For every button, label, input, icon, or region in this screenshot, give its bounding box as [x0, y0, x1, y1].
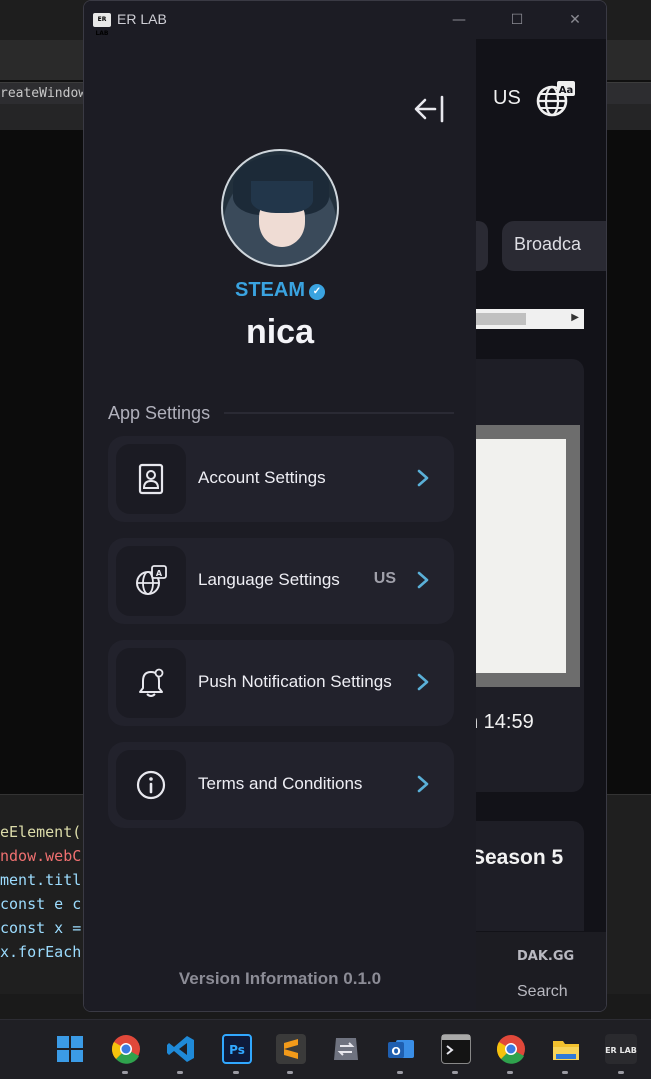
chevron-right-icon	[417, 571, 429, 589]
menu-item-language-settings[interactable]: A Language Settings US	[108, 538, 454, 624]
app-window: ER LAB ER LAB — ☐ ✕ US Aa Broadca ▶ n 14…	[83, 0, 607, 1012]
platform-name: STEAM	[235, 279, 305, 301]
chevron-right-icon	[417, 469, 429, 487]
vscode-icon[interactable]	[166, 1034, 196, 1064]
folder-logo	[553, 1041, 579, 1060]
taskbar-running-indicator	[287, 1071, 293, 1074]
globe-language-icon: A	[136, 565, 167, 595]
transfer-icon[interactable]	[331, 1034, 361, 1064]
avatar[interactable]	[221, 149, 339, 267]
svg-text:A: A	[156, 569, 163, 578]
horizontal-scrollbar[interactable]: ▶	[476, 309, 584, 329]
nav-search-tab[interactable]: Search	[517, 983, 568, 1001]
code-line: const x =	[0, 919, 82, 937]
window-title: ER LAB	[117, 11, 167, 27]
chip-label: Broadca	[514, 234, 582, 254]
globe-language-icon[interactable]: Aa	[535, 79, 577, 119]
taskbar-running-indicator	[562, 1071, 568, 1074]
category-chip-broadcast[interactable]: Broadca	[502, 221, 606, 271]
terminal-logo	[442, 1035, 470, 1055]
menu-label: Language Settings	[198, 570, 340, 589]
category-chip[interactable]	[476, 221, 488, 271]
chrome-icon[interactable]	[496, 1034, 526, 1064]
menu-icon-box	[116, 648, 186, 718]
terminal-icon[interactable]	[441, 1034, 471, 1064]
minimize-button[interactable]: —	[448, 9, 470, 31]
language-value: US	[373, 570, 396, 587]
windows-logo	[57, 1036, 83, 1062]
menu-item-account-settings[interactable]: Account Settings	[108, 436, 454, 522]
menu-label: Account Settings	[198, 468, 326, 487]
card-title: Season 5	[471, 846, 564, 869]
taskbar-running-indicator	[177, 1071, 183, 1074]
taskbar-running-indicator	[618, 1071, 624, 1074]
file-explorer-icon[interactable]	[551, 1034, 581, 1064]
scroll-right-arrow[interactable]: ▶	[571, 312, 579, 323]
close-button[interactable]: ✕	[564, 9, 586, 31]
menu-item-push-notification-settings[interactable]: Push Notification Settings	[108, 640, 454, 726]
chrome-logo	[497, 1035, 525, 1064]
side-drawer: STEAM ✓ nica App Settings Account Setting…	[84, 39, 476, 1011]
code-line: const e c	[0, 895, 82, 913]
svg-text:Aa: Aa	[559, 85, 574, 96]
card-artwork	[474, 439, 566, 673]
dakgg-logo[interactable]: DAK.GG	[517, 949, 574, 964]
svg-text:O: O	[391, 1045, 400, 1058]
collapse-left-icon[interactable]	[411, 91, 447, 127]
content-card[interactable]	[474, 821, 584, 931]
menu-label: Terms and Conditions	[198, 774, 363, 793]
menu-icon-box: A	[116, 546, 186, 616]
menu-item-terms-and-conditions[interactable]: Terms and Conditions	[108, 742, 454, 828]
sublime-icon[interactable]	[276, 1034, 306, 1064]
username: nica	[245, 313, 315, 351]
erlab-logo: ER LAB	[605, 1046, 637, 1055]
maximize-button[interactable]: ☐	[506, 9, 528, 31]
code-line: eElement(	[0, 823, 82, 841]
version-info: Version Information 0.1.0	[178, 969, 382, 988]
menu-label: Push Notification Settings	[198, 672, 392, 691]
taskbar-running-indicator	[507, 1071, 513, 1074]
sublime-logo	[284, 1039, 298, 1059]
photoshop-icon[interactable]: Ps	[222, 1034, 252, 1064]
svg-text:Ps: Ps	[229, 1043, 245, 1057]
photoshop-logo: Ps	[229, 1043, 245, 1057]
chrome-logo	[112, 1035, 140, 1064]
background-tab-text: reateWindow	[0, 86, 87, 101]
windows-start-icon[interactable]	[55, 1034, 85, 1064]
code-line: x.forEach	[0, 943, 82, 961]
outlook-icon[interactable]: O	[386, 1034, 416, 1064]
menu-icon-box	[116, 750, 186, 820]
taskbar-running-indicator	[452, 1071, 458, 1074]
outlook-logo: O	[388, 1040, 414, 1058]
user-card-icon	[138, 463, 164, 495]
bell-icon	[139, 668, 164, 697]
app-logo-icon: ER LAB	[93, 13, 111, 37]
scrollbar-thumb[interactable]	[476, 313, 526, 325]
chevron-right-icon	[417, 673, 429, 691]
info-icon	[136, 770, 166, 800]
chevron-right-icon	[417, 775, 429, 793]
verified-badge-icon: ✓	[309, 284, 325, 300]
window-titlebar[interactable]: ER LAB ER LAB — ☐ ✕	[84, 1, 606, 39]
code-line: ndow.webC	[0, 847, 82, 865]
windows-taskbar: Ps O ER LAB	[0, 1019, 651, 1079]
menu-icon-box	[116, 444, 186, 514]
section-title: App Settings	[108, 403, 225, 424]
card-time: n 14:59	[467, 711, 534, 733]
taskbar-running-indicator	[122, 1071, 128, 1074]
region-label[interactable]: US	[493, 87, 521, 110]
vscode-logo	[167, 1036, 194, 1062]
card-thumbnail	[474, 425, 580, 687]
platform-label: STEAM ✓	[84, 279, 476, 302]
erlab-logo-text: ER LAB	[605, 1046, 637, 1055]
taskbar-running-indicator	[233, 1071, 239, 1074]
code-line: ment.titl	[0, 871, 82, 889]
erlab-app-icon[interactable]: ER LAB	[605, 1034, 637, 1064]
taskbar-running-indicator	[397, 1071, 403, 1074]
chrome-icon[interactable]	[111, 1034, 141, 1064]
transfer-logo	[334, 1038, 358, 1060]
avatar-bangs	[251, 181, 313, 213]
